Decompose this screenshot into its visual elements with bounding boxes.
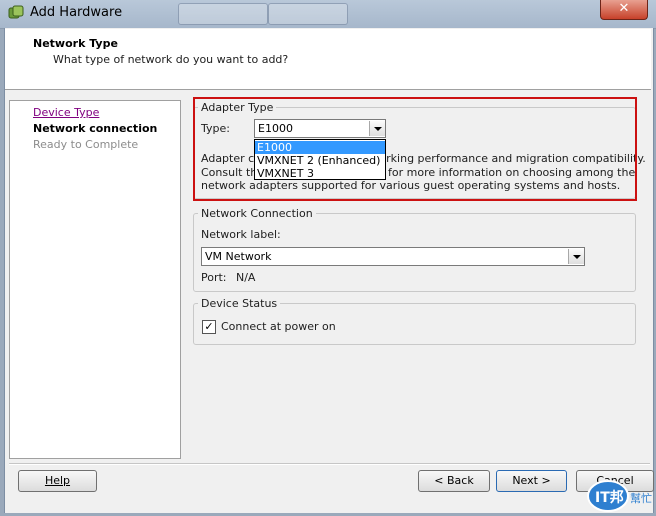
next-button[interactable]: Next >	[496, 470, 567, 492]
window-title: Add Hardware	[30, 5, 123, 20]
step-device-type[interactable]: Device Type	[33, 106, 99, 119]
wizard-steps: Device Type Network connection Ready to …	[9, 100, 181, 459]
network-connection-legend: Network Connection	[198, 207, 316, 220]
wizard-header: Network Type What type of network do you…	[5, 29, 651, 90]
watermark-logo-icon: IT邦 幫忙	[587, 480, 652, 512]
ithome-watermark-logo: IT邦 幫忙	[586, 478, 656, 513]
title-bar: Add Hardware ✕	[0, 0, 656, 29]
svg-text:IT邦: IT邦	[595, 489, 624, 506]
help-button[interactable]: Help	[18, 470, 97, 492]
background-window-button	[268, 3, 348, 25]
footer-divider	[9, 463, 650, 465]
step-ready-to-complete: Ready to Complete	[33, 138, 139, 151]
next-button-label: Next >	[512, 474, 551, 487]
step-network-connection: Network connection	[33, 122, 158, 135]
svg-text:幫忙: 幫忙	[630, 491, 652, 505]
page-title: Network Type	[33, 37, 118, 50]
network-label-value: VM Network	[205, 250, 272, 263]
background-window-button	[178, 3, 268, 25]
back-button[interactable]: < Back	[418, 470, 490, 492]
connect-at-power-on-label[interactable]: Connect at power on	[221, 320, 336, 333]
connect-at-power-on-checkbox[interactable]: ✓	[202, 320, 216, 334]
back-button-label: < Back	[434, 474, 474, 487]
port-value: N/A	[236, 271, 256, 284]
hardware-icon	[8, 5, 24, 19]
close-button[interactable]: ✕	[600, 0, 648, 20]
network-label-text: Network label:	[201, 228, 281, 241]
page-subtitle: What type of network do you want to add?	[53, 53, 289, 66]
highlight-box	[193, 97, 637, 201]
network-label-select[interactable]: VM Network	[201, 247, 585, 266]
device-status-legend: Device Status	[198, 297, 281, 310]
chevron-down-icon	[573, 255, 581, 259]
dropdown-button[interactable]	[568, 249, 584, 264]
help-button-label: Help	[44, 474, 71, 487]
port-label: Port:	[201, 271, 227, 284]
